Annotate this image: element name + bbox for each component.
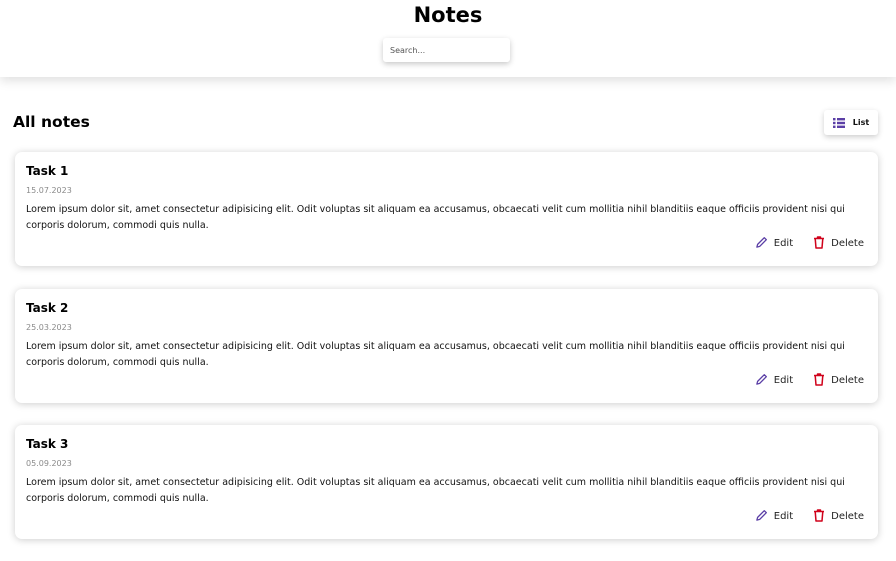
- view-toggle-label: List: [852, 118, 870, 127]
- trash-icon: [813, 234, 825, 253]
- trash-icon: [813, 507, 825, 526]
- pencil-icon: [755, 371, 768, 390]
- note-title: Task 1: [26, 164, 69, 178]
- edit-button[interactable]: Edit: [755, 234, 793, 253]
- note-date: 05.09.2023: [26, 459, 72, 468]
- note-date: 15.07.2023: [26, 186, 72, 195]
- delete-button[interactable]: Delete: [813, 371, 864, 390]
- note-card: Task 3 05.09.2023 Lorem ipsum dolor sit,…: [15, 425, 878, 539]
- note-actions: Edit Delete: [755, 234, 864, 253]
- view-toggle-button[interactable]: List: [824, 110, 878, 135]
- edit-button[interactable]: Edit: [755, 371, 793, 390]
- delete-button[interactable]: Delete: [813, 507, 864, 526]
- pencil-icon: [755, 234, 768, 253]
- search-input[interactable]: [383, 38, 510, 63]
- note-body: Lorem ipsum dolor sit, amet consectetur …: [26, 477, 845, 504]
- edit-label: Edit: [773, 238, 794, 249]
- list-icon: [832, 113, 845, 132]
- edit-button[interactable]: Edit: [755, 507, 793, 526]
- delete-label: Delete: [831, 238, 864, 249]
- note-actions: Edit Delete: [755, 507, 864, 526]
- edit-label: Edit: [773, 375, 794, 386]
- edit-label: Edit: [773, 511, 794, 522]
- delete-button[interactable]: Delete: [813, 234, 864, 253]
- search-box[interactable]: [383, 38, 510, 63]
- app-header: Notes: [0, 0, 896, 77]
- note-date: 25.03.2023: [26, 323, 72, 332]
- app-title: Notes: [413, 3, 483, 27]
- note-title: Task 3: [26, 437, 69, 451]
- note-card: Task 2 25.03.2023 Lorem ipsum dolor sit,…: [15, 289, 878, 403]
- delete-label: Delete: [831, 511, 864, 522]
- note-card: Task 1 15.07.2023 Lorem ipsum dolor sit,…: [15, 152, 878, 266]
- pencil-icon: [755, 507, 768, 526]
- trash-icon: [813, 371, 825, 390]
- note-body: Lorem ipsum dolor sit, amet consectetur …: [26, 341, 845, 368]
- delete-label: Delete: [831, 375, 864, 386]
- note-actions: Edit Delete: [755, 371, 864, 390]
- section-title: All notes: [13, 113, 90, 131]
- note-body: Lorem ipsum dolor sit, amet consectetur …: [26, 204, 845, 231]
- note-title: Task 2: [26, 301, 69, 315]
